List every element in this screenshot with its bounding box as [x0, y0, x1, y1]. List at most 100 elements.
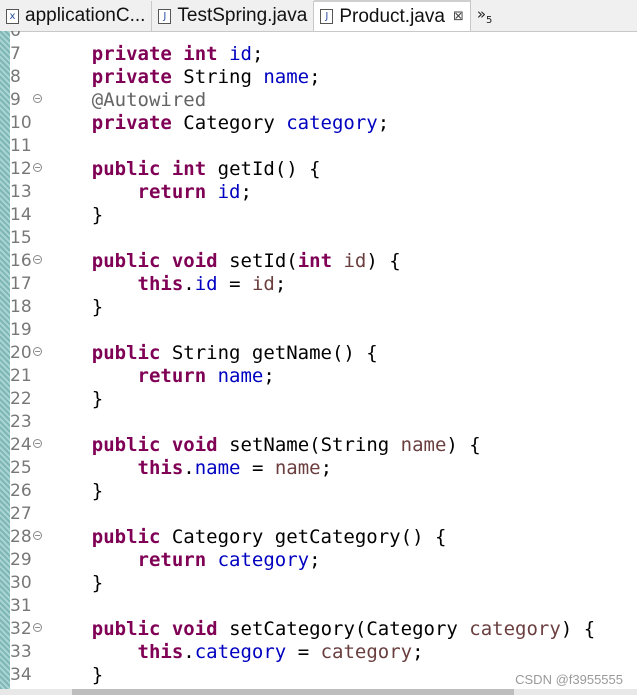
fold-collapse-icon[interactable]: − [33, 163, 42, 172]
code-text: this.name = name; [46, 457, 333, 480]
tab-product[interactable]: J Product.java ⊠ [314, 0, 471, 31]
code-editor[interactable]: 67 private int id; 8 private String name;… [0, 31, 637, 689]
code-line[interactable]: 23 [0, 411, 637, 434]
keyword-token: int [183, 43, 218, 65]
line-number: 20 [10, 343, 32, 363]
code-line[interactable]: 30 } [0, 572, 637, 595]
parameter-token: name [274, 457, 321, 479]
text-token: } [91, 388, 104, 410]
code-text: this.category = category; [46, 641, 424, 664]
text-token: setCategory(Category [217, 618, 470, 640]
hidden-tab-count: 5 [486, 15, 493, 26]
code-line[interactable]: 7 private int id; [0, 43, 637, 66]
code-line[interactable]: 10 private Category category; [0, 112, 637, 135]
code-text: private int id; [46, 43, 264, 66]
text-token: ; [274, 273, 287, 295]
keyword-token: return [137, 181, 207, 203]
close-tab-icon[interactable]: ⊠ [453, 9, 464, 24]
text-token: . [183, 457, 195, 479]
tab-testspring[interactable]: J TestSpring.java [152, 1, 315, 31]
code-line[interactable]: 33 this.category = category; [0, 641, 637, 664]
parameter-token: id [251, 273, 275, 295]
code-text: private String name; [46, 66, 321, 89]
text-token: ) { [366, 250, 401, 272]
code-line[interactable]: 27 [0, 503, 637, 526]
code-line[interactable]: 25 this.name = name; [0, 457, 637, 480]
code-line[interactable]: 14 } [0, 204, 637, 227]
code-line[interactable]: 6 [0, 31, 637, 43]
fold-collapse-icon[interactable]: − [33, 531, 42, 540]
fold-collapse-icon[interactable]: − [33, 439, 42, 448]
line-number: 9 [10, 90, 21, 110]
code-text: return name; [46, 365, 275, 388]
code-text: return category; [46, 549, 321, 572]
code-line[interactable]: 18 } [0, 296, 637, 319]
java-file-icon: J [320, 9, 334, 24]
keyword-token: this [137, 457, 184, 479]
code-line[interactable]: 29 return category; [0, 549, 637, 572]
fold-collapse-icon[interactable]: − [33, 255, 42, 264]
line-number: 32 [10, 619, 32, 639]
text-token: Category getCategory() { [160, 526, 447, 548]
line-number: 22 [10, 389, 32, 409]
code-line[interactable]: 28− public Category getCategory() { [0, 526, 637, 549]
code-text: public void setName(String name) { [46, 434, 481, 457]
code-text: this.id = id; [46, 273, 287, 296]
code-line[interactable]: 20− public String getName() { [0, 342, 637, 365]
code-line[interactable]: 15 [0, 227, 637, 250]
scrollbar-thumb[interactable] [72, 689, 514, 695]
code-text: public int getId() { [46, 158, 321, 181]
tab-label: TestSpring.java [177, 5, 308, 26]
field-token: id [194, 273, 218, 295]
parameter-token: category [320, 641, 413, 663]
code-line[interactable]: 9 − @Autowired [0, 89, 637, 112]
line-number: 16 [10, 251, 32, 271]
keyword-token: return [137, 365, 207, 387]
text-token: setId( [217, 250, 298, 272]
parameter-token: name [400, 434, 447, 456]
code-line[interactable]: 21 return name; [0, 365, 637, 388]
line-number: 18 [10, 297, 32, 317]
code-line[interactable]: 22 } [0, 388, 637, 411]
line-number: 21 [10, 366, 32, 386]
keyword-token: void [171, 618, 218, 640]
code-line[interactable]: 17 this.id = id; [0, 273, 637, 296]
text-token: } [91, 296, 104, 318]
fold-collapse-icon[interactable]: − [33, 623, 42, 632]
line-number: 26 [10, 481, 32, 501]
tab-overflow-button[interactable]: »5 [471, 5, 499, 26]
code-line[interactable]: 13 return id; [0, 181, 637, 204]
horizontal-scrollbar[interactable] [0, 689, 637, 695]
code-line[interactable]: 19 [0, 319, 637, 342]
code-line[interactable]: 32− public void setCategory(Category cat… [0, 618, 637, 641]
code-line[interactable]: 24− public void setName(String name) { [0, 434, 637, 457]
line-number: 14 [10, 205, 32, 225]
code-line[interactable]: 12− public int getId() { [0, 158, 637, 181]
tab-label: Product.java [339, 5, 445, 27]
code-line[interactable]: 8 private String name; [0, 66, 637, 89]
code-text: } [46, 572, 103, 595]
code-line[interactable]: 26 } [0, 480, 637, 503]
fold-collapse-icon[interactable]: − [33, 347, 42, 356]
code-line[interactable]: 31 [0, 595, 637, 618]
fold-collapse-icon[interactable]: − [33, 94, 42, 103]
code-line[interactable]: 16− public void setId(int id) { [0, 250, 637, 273]
text-token: ; [412, 641, 424, 663]
line-number: 28 [10, 527, 32, 547]
field-token: name [263, 66, 310, 88]
code-line[interactable]: 11 [0, 135, 637, 158]
line-number: 19 [10, 320, 32, 340]
keyword-token: this [137, 641, 184, 663]
tab-applicationcontext[interactable]: x applicationC... [0, 1, 153, 31]
keyword-token: int [297, 250, 333, 272]
